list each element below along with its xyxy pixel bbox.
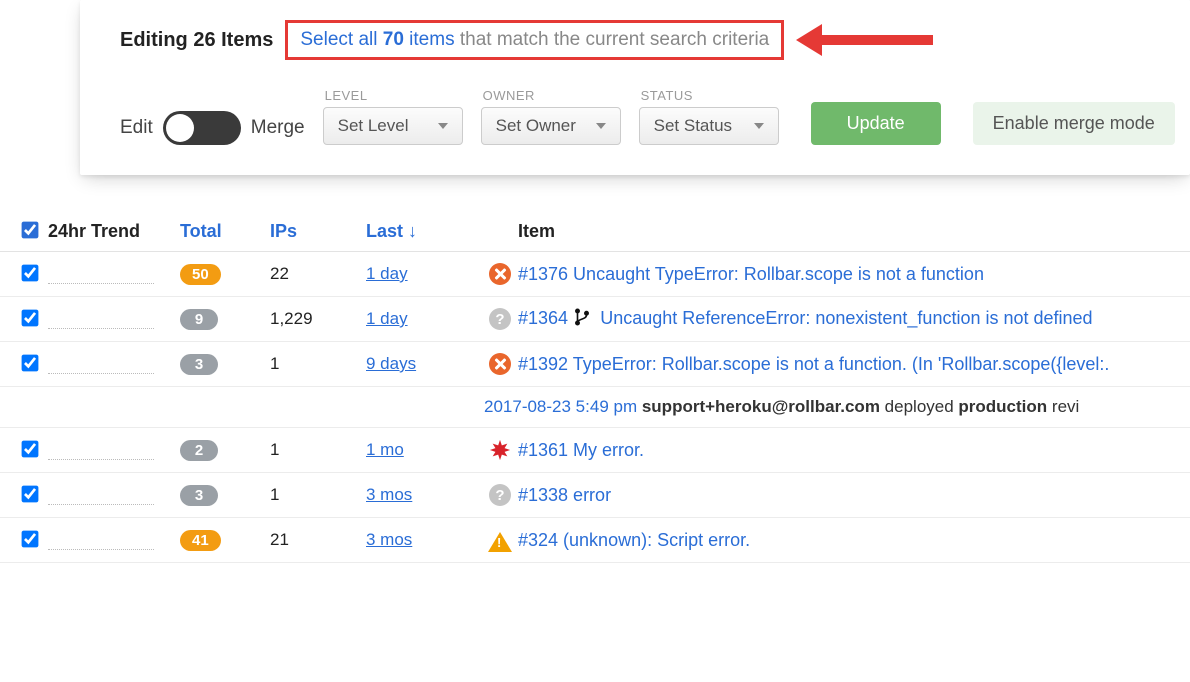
trend-sparkline — [48, 354, 154, 374]
item-link[interactable]: #324 (unknown): Script error. — [518, 530, 750, 550]
item-link[interactable]: Uncaught ReferenceError: nonexistent_fun… — [600, 308, 1092, 328]
set-level-dropdown[interactable]: Set Level — [323, 107, 463, 145]
error-icon — [489, 353, 511, 375]
edit-merge-toggle-group: Edit Merge — [120, 111, 305, 145]
chevron-down-icon — [754, 123, 764, 129]
row-checkbox[interactable] — [22, 265, 39, 282]
select-all-checkbox[interactable] — [22, 222, 39, 239]
deploy-env: production — [958, 397, 1047, 416]
branch-icon — [573, 311, 591, 330]
table-header: 24hr Trend Total IPs Last ↓ Item — [0, 211, 1190, 252]
merge-label: Merge — [251, 117, 305, 139]
ips-count: 21 — [270, 530, 366, 550]
question-icon: ? — [489, 308, 511, 330]
edit-merge-toggle[interactable] — [163, 111, 241, 145]
question-icon: ? — [489, 484, 511, 506]
table-row: 9 1,2291 day? #1364 Uncaught ReferenceErro… — [0, 297, 1190, 342]
owner-label: OWNER — [481, 88, 621, 103]
select-all-link[interactable]: Select all 70 items that match the curre… — [285, 20, 784, 60]
set-owner-dropdown[interactable]: Set Owner — [481, 107, 621, 145]
update-button[interactable]: Update — [811, 102, 941, 145]
last-seen-link[interactable]: 3 mos — [366, 485, 412, 504]
table-row: 50 221 day #1376 Uncaught TypeError: Rollb… — [0, 252, 1190, 297]
table-row: 3 13 mos? #1338 error — [0, 473, 1190, 518]
col-trend: 24hr Trend — [48, 221, 180, 242]
total-badge: 3 — [180, 485, 218, 506]
editing-summary: Editing 26 Items Select all 70 items tha… — [120, 20, 1150, 60]
table-row: 3 19 days #1392 TypeError: Rollbar.scope i… — [0, 342, 1190, 387]
chevron-down-icon — [596, 123, 606, 129]
ips-count: 1 — [270, 440, 366, 460]
trend-sparkline — [48, 530, 154, 550]
deploy-event-row: 2017-08-23 5:49 pm support+heroku@rollba… — [0, 387, 1190, 428]
col-total[interactable]: Total — [180, 221, 270, 242]
ips-count: 22 — [270, 264, 366, 284]
ips-count: 1 — [270, 354, 366, 374]
callout-arrow-icon — [796, 22, 936, 58]
item-link[interactable]: #1361 My error. — [518, 440, 644, 460]
edit-label: Edit — [120, 117, 153, 139]
last-seen-link[interactable]: 9 days — [366, 354, 416, 373]
bulk-edit-panel: Editing 26 Items Select all 70 items tha… — [80, 0, 1190, 175]
trend-sparkline — [48, 264, 154, 284]
last-seen-link[interactable]: 1 day — [366, 309, 408, 328]
status-label: STATUS — [639, 88, 779, 103]
total-badge: 50 — [180, 264, 221, 285]
error-icon — [489, 263, 511, 285]
item-link[interactable]: #1364 — [518, 308, 568, 328]
total-badge: 9 — [180, 309, 218, 330]
ips-count: 1 — [270, 485, 366, 505]
set-status-dropdown[interactable]: Set Status — [639, 107, 779, 145]
last-seen-link[interactable]: 1 mo — [366, 440, 404, 459]
deploy-timestamp[interactable]: 2017-08-23 5:49 pm — [484, 397, 637, 416]
chevron-down-icon — [438, 123, 448, 129]
level-label: LEVEL — [323, 88, 463, 103]
trend-sparkline — [48, 440, 154, 460]
editing-count-label: Editing 26 Items — [120, 29, 273, 52]
ips-count: 1,229 — [270, 309, 366, 329]
total-badge: 3 — [180, 354, 218, 375]
deploy-actor: support+heroku@rollbar.com — [642, 397, 880, 416]
item-link[interactable]: #1376 Uncaught TypeError: Rollbar.scope … — [518, 264, 984, 284]
row-checkbox[interactable] — [22, 310, 39, 327]
table-row: 2 11 mo #1361 My error. — [0, 428, 1190, 473]
row-checkbox[interactable] — [22, 355, 39, 372]
enable-merge-button[interactable]: Enable merge mode — [973, 102, 1175, 145]
item-link[interactable]: #1338 error — [518, 485, 611, 505]
row-checkbox[interactable] — [22, 531, 39, 548]
critical-icon — [489, 439, 511, 461]
total-badge: 41 — [180, 530, 221, 551]
trend-sparkline — [48, 309, 154, 329]
col-item: Item — [518, 221, 1190, 242]
row-checkbox[interactable] — [22, 441, 39, 458]
col-last[interactable]: Last ↓ — [366, 221, 482, 242]
row-checkbox[interactable] — [22, 486, 39, 503]
warning-icon — [488, 532, 512, 552]
last-seen-link[interactable]: 1 day — [366, 264, 408, 283]
table-row: 41 213 mos #324 (unknown): Script error. — [0, 518, 1190, 563]
items-table: 24hr Trend Total IPs Last ↓ Item 50221 d… — [0, 211, 1190, 563]
trend-sparkline — [48, 485, 154, 505]
total-badge: 2 — [180, 440, 218, 461]
bulk-controls: Edit Merge LEVEL Set Level OWNER Set Own… — [120, 88, 1150, 145]
item-link[interactable]: #1392 TypeError: Rollbar.scope is not a … — [518, 354, 1109, 374]
col-ips[interactable]: IPs — [270, 221, 366, 242]
last-seen-link[interactable]: 3 mos — [366, 530, 412, 549]
